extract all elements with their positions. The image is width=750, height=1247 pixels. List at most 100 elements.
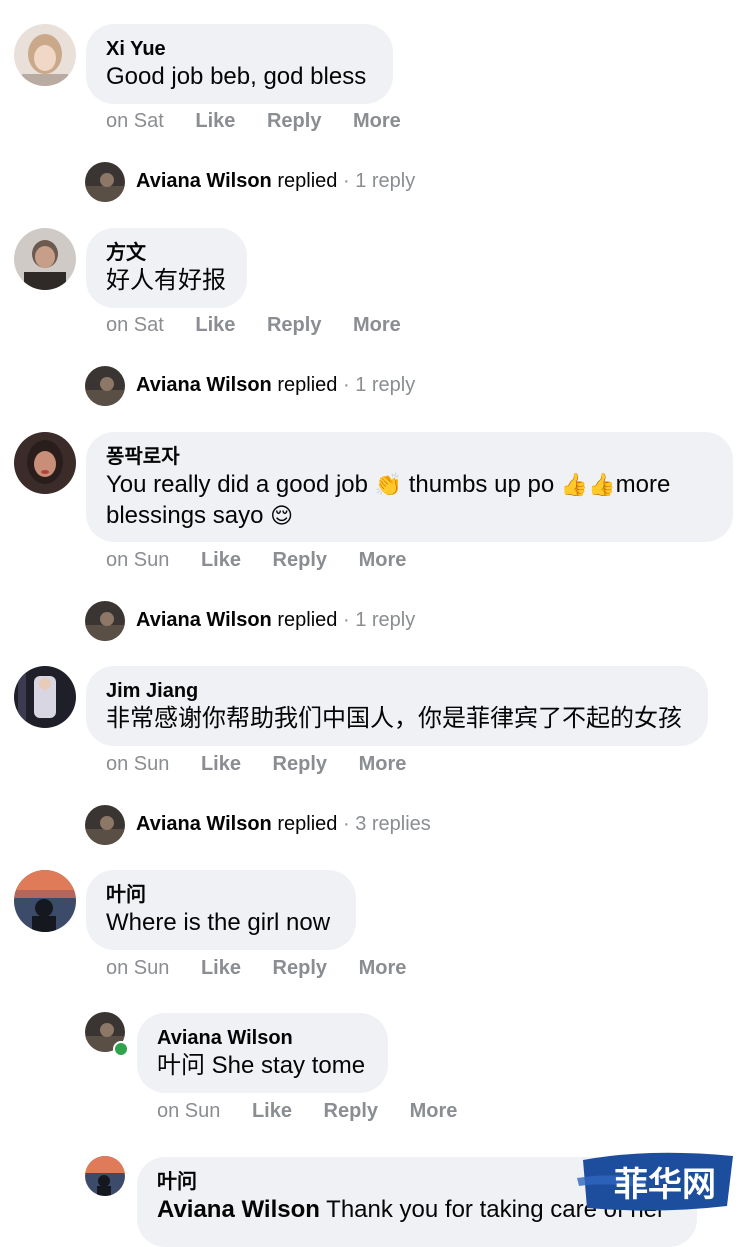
more-button[interactable]: More xyxy=(353,314,401,337)
online-status-indicator xyxy=(113,1041,129,1057)
comment-bubble: Jim Jiang 非常感谢你帮助我们中国人，你是菲律宾了不起的女孩 xyxy=(86,666,708,746)
reply-text-body: She stay tome xyxy=(205,1052,366,1079)
avatar-photo xyxy=(14,228,76,290)
mention[interactable]: 叶问 xyxy=(157,1052,205,1079)
avatar-photo xyxy=(85,162,125,202)
reply-button[interactable]: Reply xyxy=(324,1100,378,1123)
comment-text: Good job beb, god bless xyxy=(106,63,367,90)
reply-button[interactable]: Reply xyxy=(273,957,327,980)
comment-actions: on Sun Like Reply More xyxy=(106,549,406,572)
comment-time[interactable]: on Sun xyxy=(106,753,169,776)
comment-text: Where is the girl now xyxy=(106,909,331,936)
relieved-face-emoji: 😌 xyxy=(270,504,294,529)
avatar-photo xyxy=(14,24,76,86)
comment-author[interactable]: 叶问 xyxy=(106,882,336,908)
replies-link[interactable]: Aviana Wilson replied · 1 reply xyxy=(136,609,415,632)
like-button[interactable]: Like xyxy=(195,314,235,337)
avatar-photo xyxy=(85,1156,125,1196)
reply-count: 1 reply xyxy=(355,374,416,396)
replier-name: Aviana Wilson xyxy=(136,374,272,396)
comment-author[interactable]: Xi Yue xyxy=(106,36,373,62)
comment-time[interactable]: on Sun xyxy=(106,549,169,572)
comment-text-part: thumbs up po xyxy=(402,471,561,498)
replier-name: Aviana Wilson xyxy=(136,813,272,835)
comment-bubble: 叶问 Where is the girl now xyxy=(86,870,356,950)
comment-actions: on Sun Like Reply More xyxy=(106,753,406,776)
comment-author[interactable]: Jim Jiang xyxy=(106,678,688,704)
comment-author[interactable]: 퐁팍로자 xyxy=(106,444,713,470)
mention[interactable]: Aviana Wilson xyxy=(157,1196,320,1223)
avatar-korean-user[interactable] xyxy=(14,432,76,494)
avatar-aviana-wilson[interactable] xyxy=(85,601,125,641)
avatar-photo xyxy=(14,666,76,728)
reply-button[interactable]: Reply xyxy=(273,753,327,776)
comment-text-part: You really did a good job xyxy=(106,471,375,498)
replier-name: Aviana Wilson xyxy=(136,170,272,192)
comment-bubble: Xi Yue Good job beb, god bless xyxy=(86,24,393,104)
more-button[interactable]: More xyxy=(353,110,401,133)
avatar-aviana-wilson[interactable] xyxy=(85,805,125,845)
replies-link[interactable]: Aviana Wilson replied · 1 reply xyxy=(136,170,415,193)
comment-text-part: blessings sayo xyxy=(106,502,271,529)
comment-actions: on Sat Like Reply More xyxy=(106,314,401,337)
reply-time[interactable]: on Sun xyxy=(157,1100,220,1123)
more-button[interactable]: More xyxy=(410,1100,458,1123)
separator-dot: · xyxy=(342,609,350,631)
comment-text-part: more xyxy=(615,471,671,498)
avatar-photo xyxy=(85,366,125,406)
watermark-text: 菲华网 xyxy=(614,1165,716,1205)
replied-verb: replied xyxy=(277,374,338,396)
like-button[interactable]: Like xyxy=(195,110,235,133)
like-button[interactable]: Like xyxy=(201,957,241,980)
comment-text: 好人有好报 xyxy=(106,267,226,294)
avatar-fang-wen[interactable] xyxy=(14,228,76,290)
separator-dot: · xyxy=(342,170,350,192)
thumbs-up-emoji: 👍👍 xyxy=(560,473,616,498)
avatar-ye-wen[interactable] xyxy=(85,1156,125,1196)
separator-dot: · xyxy=(342,813,350,835)
reply-count: 1 reply xyxy=(355,609,416,631)
replier-name: Aviana Wilson xyxy=(136,609,272,631)
replied-verb: replied xyxy=(277,609,338,631)
avatar-photo xyxy=(85,601,125,641)
avatar-ye-wen[interactable] xyxy=(14,870,76,932)
avatar-photo xyxy=(85,805,125,845)
replied-verb: replied xyxy=(277,170,338,192)
reply-author[interactable]: Aviana Wilson xyxy=(157,1025,368,1051)
comment-text: You really did a good job 👏 thumbs up po… xyxy=(106,470,713,501)
like-button[interactable]: Like xyxy=(201,549,241,572)
comment-author[interactable]: 方文 xyxy=(106,240,227,266)
more-button[interactable]: More xyxy=(359,957,407,980)
avatar-xi-yue[interactable] xyxy=(14,24,76,86)
like-button[interactable]: Like xyxy=(201,753,241,776)
reply-actions: on Sun Like Reply More xyxy=(157,1100,457,1123)
comment-time[interactable]: on Sun xyxy=(106,957,169,980)
more-button[interactable]: More xyxy=(359,753,407,776)
reply-button[interactable]: Reply xyxy=(273,549,327,572)
separator-dot: · xyxy=(342,374,350,396)
comment-actions: on Sat Like Reply More xyxy=(106,110,401,133)
reply-button[interactable]: Reply xyxy=(267,110,321,133)
comment-text: 非常感谢你帮助我们中国人，你是菲律宾了不起的女孩 xyxy=(106,705,682,732)
reply-button[interactable]: Reply xyxy=(267,314,321,337)
more-button[interactable]: More xyxy=(359,549,407,572)
replies-link[interactable]: Aviana Wilson replied · 3 replies xyxy=(136,813,431,836)
comment-time[interactable]: on Sat xyxy=(106,314,164,337)
reply-text: 叶问 She stay tome xyxy=(157,1051,368,1081)
clapping-hands-emoji: 👏 xyxy=(374,473,403,498)
like-button[interactable]: Like xyxy=(252,1100,292,1123)
reply-count: 1 reply xyxy=(355,170,416,192)
avatar-aviana-wilson[interactable] xyxy=(85,162,125,202)
reply-count: 3 replies xyxy=(355,813,431,835)
avatar-jim-jiang[interactable] xyxy=(14,666,76,728)
replies-link[interactable]: Aviana Wilson replied · 1 reply xyxy=(136,374,415,397)
comment-bubble: 方文 好人有好报 xyxy=(86,228,247,308)
comment-text-line: blessings sayo 😌 xyxy=(106,501,713,532)
avatar-photo xyxy=(14,870,76,932)
avatar-photo xyxy=(14,432,76,494)
avatar-aviana-wilson[interactable] xyxy=(85,366,125,406)
comment-actions: on Sun Like Reply More xyxy=(106,957,406,980)
replied-verb: replied xyxy=(277,813,338,835)
reply-bubble: Aviana Wilson 叶问 She stay tome xyxy=(137,1013,388,1093)
comment-time[interactable]: on Sat xyxy=(106,110,164,133)
